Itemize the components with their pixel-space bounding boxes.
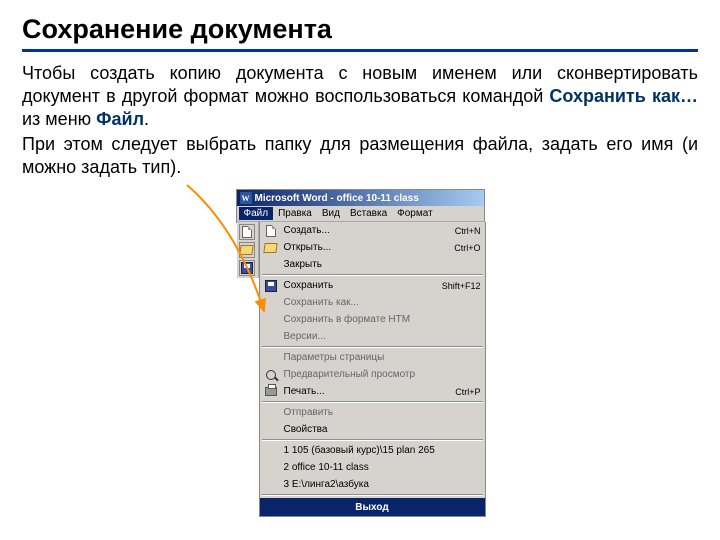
menu-file[interactable]: Файл bbox=[239, 207, 274, 220]
toolbar-open-button[interactable] bbox=[239, 242, 255, 258]
floppy-icon bbox=[265, 280, 277, 292]
menu-item-close[interactable]: Закрыть bbox=[260, 256, 485, 273]
menu-item-open[interactable]: Открыть... Ctrl+O bbox=[260, 239, 485, 256]
folder-open-icon bbox=[263, 243, 277, 253]
menu-edit[interactable]: Правка bbox=[273, 207, 317, 220]
menu-item-savehtm[interactable]: Сохранить в формате HTM bbox=[260, 311, 485, 328]
menu-item-properties[interactable]: Свойства bbox=[260, 421, 485, 438]
menu-item-pagesetup[interactable]: Параметры страницы bbox=[260, 349, 485, 366]
menu-item-exit[interactable]: Выход bbox=[260, 498, 485, 516]
menu-item-recent3[interactable]: 3 E:\линга2\азбука bbox=[260, 476, 485, 493]
menu-view[interactable]: Вид bbox=[317, 207, 345, 220]
menu-separator bbox=[262, 401, 483, 403]
menu-item-create[interactable]: Создать... Ctrl+N bbox=[260, 222, 485, 239]
menu-separator bbox=[262, 274, 483, 276]
menu-insert[interactable]: Вставка bbox=[345, 207, 392, 220]
save-icon bbox=[241, 262, 253, 274]
new-doc-icon bbox=[266, 225, 276, 237]
slide-title: Сохранение документа bbox=[22, 14, 698, 52]
window-titlebar: W Microsoft Word - office 10-11 class bbox=[237, 190, 484, 206]
menu-item-send[interactable]: Отправить bbox=[260, 404, 485, 421]
para2: При этом следует выбрать папку для разме… bbox=[22, 133, 698, 179]
menu-separator bbox=[262, 494, 483, 496]
word-icon: W bbox=[240, 192, 252, 204]
slide-body: Чтобы создать копию документа с новым им… bbox=[22, 62, 698, 179]
preview-icon bbox=[266, 370, 276, 380]
menu-item-save[interactable]: Сохранить Shift+F12 bbox=[260, 277, 485, 294]
window-title: Microsoft Word - office 10-11 class bbox=[255, 193, 419, 204]
word-window: W Microsoft Word - office 10-11 class Фа… bbox=[236, 189, 485, 223]
menu-item-versions[interactable]: Версии... bbox=[260, 328, 485, 345]
menu-separator bbox=[262, 346, 483, 348]
para1-bold-saveas: Сохранить как… bbox=[549, 86, 698, 106]
menu-item-recent1[interactable]: 1 105 (базовый курс)\15 plan 265 bbox=[260, 442, 485, 459]
menu-separator bbox=[262, 439, 483, 441]
toolbar-new-button[interactable] bbox=[239, 224, 255, 240]
menu-item-saveas[interactable]: Сохранить как... bbox=[260, 294, 485, 311]
menu-format[interactable]: Формат bbox=[392, 207, 438, 220]
vertical-toolbar bbox=[237, 222, 259, 278]
open-icon bbox=[239, 245, 253, 255]
toolbar-save-button[interactable] bbox=[239, 260, 255, 276]
menu-item-print[interactable]: Печать... Ctrl+P bbox=[260, 383, 485, 400]
para1-text-e: . bbox=[144, 109, 149, 129]
para1-text-c: из меню bbox=[22, 109, 96, 129]
new-icon bbox=[242, 226, 252, 238]
menu-item-recent2[interactable]: 2 office 10-11 class bbox=[260, 459, 485, 476]
file-menu-dropdown: Создать... Ctrl+N Открыть... Ctrl+O Закр… bbox=[259, 222, 486, 517]
menubar: Файл Правка Вид Вставка Формат bbox=[237, 206, 484, 222]
para1-bold-file: Файл bbox=[96, 109, 144, 129]
menu-item-preview[interactable]: Предварительный просмотр bbox=[260, 366, 485, 383]
printer-icon bbox=[265, 387, 277, 396]
